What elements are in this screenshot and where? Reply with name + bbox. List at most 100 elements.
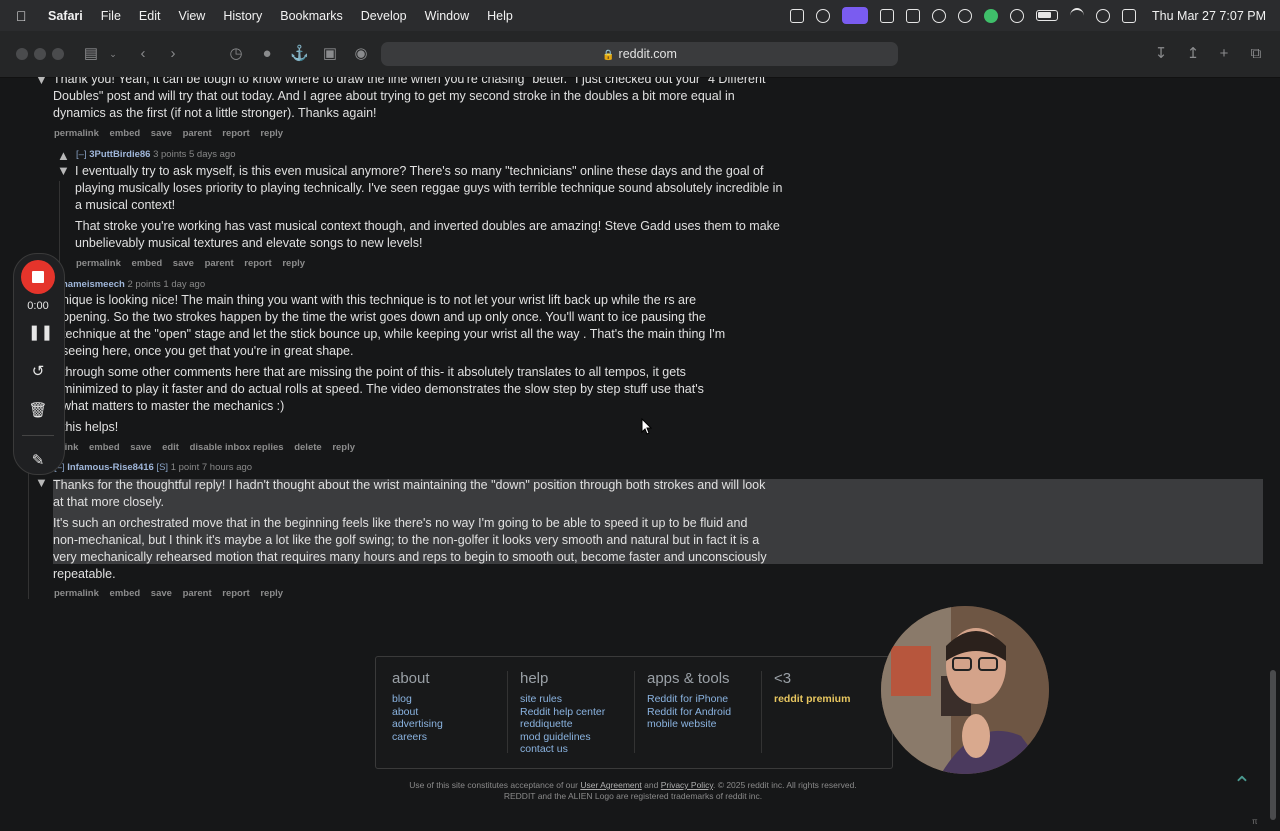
comment-author[interactable]: nameismeech: [62, 279, 125, 290]
footer-link[interactable]: reddiquette: [520, 718, 605, 731]
menu-window[interactable]: Window: [425, 9, 469, 23]
menu-history[interactable]: History: [223, 9, 262, 23]
notion-icon[interactable]: [880, 8, 895, 23]
menu-bookmarks[interactable]: Bookmarks: [280, 9, 343, 23]
parent-button[interactable]: parent: [183, 588, 212, 599]
tab-overview-icon[interactable]: ⧉: [1247, 45, 1265, 63]
back-icon[interactable]: ‹: [134, 45, 152, 63]
grammarly-icon[interactable]: [984, 8, 999, 23]
comment-author[interactable]: Infamous-Rise8416: [67, 462, 154, 473]
downvote-icon[interactable]: ▼: [35, 476, 48, 489]
downloads-icon[interactable]: ↧: [1152, 45, 1170, 63]
user-agreement-link[interactable]: User Agreement: [580, 780, 641, 790]
footer-link[interactable]: Reddit help center: [520, 706, 605, 719]
report-button[interactable]: report: [222, 128, 249, 139]
downvote-icon[interactable]: ▼: [35, 77, 48, 86]
menu-app-name[interactable]: Safari: [48, 9, 83, 23]
report-button[interactable]: report: [222, 588, 249, 599]
parent-button[interactable]: parent: [183, 128, 212, 139]
trash-icon[interactable]: 🗑: [28, 401, 48, 421]
notes-icon[interactable]: [790, 8, 805, 23]
extension-anchor-icon[interactable]: ⚓: [290, 45, 309, 63]
reply-button[interactable]: reply: [260, 128, 283, 139]
report-button[interactable]: report: [244, 258, 271, 269]
reply-button[interactable]: reply: [282, 258, 305, 269]
footer-link[interactable]: advertising: [392, 718, 443, 731]
menu-develop[interactable]: Develop: [361, 9, 407, 23]
footer-link[interactable]: about: [392, 706, 443, 719]
webcam-preview[interactable]: [881, 606, 1049, 774]
footer-link[interactable]: Reddit for Android: [647, 706, 731, 719]
reply-button[interactable]: reply: [332, 442, 355, 453]
pause-icon[interactable]: ❚❚: [28, 323, 53, 343]
footer-link[interactable]: mobile website: [647, 718, 731, 731]
comment-author[interactable]: 3PuttBirdie86: [89, 149, 150, 160]
restart-icon[interactable]: ↺: [28, 362, 48, 382]
permalink-button[interactable]: permalink: [54, 588, 99, 599]
wifi-icon[interactable]: [1070, 7, 1085, 24]
page-scrollbar[interactable]: [1270, 670, 1276, 820]
zoom-window-button[interactable]: [52, 48, 64, 60]
collapse-toggle[interactable]: [–]: [76, 149, 87, 160]
submitter-flair: [S]: [156, 462, 169, 473]
screen-recorder-icon[interactable]: [842, 7, 869, 24]
downvote-icon[interactable]: ▼: [57, 164, 70, 177]
close-window-button[interactable]: [16, 48, 28, 60]
footer-link[interactable]: contact us: [520, 743, 605, 756]
openai-icon[interactable]: [816, 8, 831, 23]
menubar-clock[interactable]: Thu Mar 27 7:07 PM: [1152, 9, 1266, 23]
menu-file[interactable]: File: [101, 9, 121, 23]
reply-button[interactable]: reply: [260, 588, 283, 599]
footer-link[interactable]: Reddit for iPhone: [647, 693, 731, 706]
footer-link[interactable]: blog: [392, 693, 443, 706]
reddit-premium-link[interactable]: reddit premium: [774, 693, 850, 706]
scroll-to-top-icon[interactable]: ⌃: [1228, 771, 1256, 799]
search-icon[interactable]: [1096, 8, 1111, 23]
footer-link[interactable]: mod guidelines: [520, 731, 605, 744]
permalink-button[interactable]: permalink: [76, 258, 121, 269]
save-button[interactable]: save: [130, 442, 151, 453]
embed-button[interactable]: embed: [132, 258, 163, 269]
new-tab-icon[interactable]: +: [1215, 45, 1233, 63]
footer-link[interactable]: site rules: [520, 693, 605, 706]
pi-link[interactable]: π: [1252, 817, 1258, 826]
parent-button[interactable]: parent: [205, 258, 234, 269]
cast-icon[interactable]: [906, 8, 921, 23]
embed-button[interactable]: embed: [110, 128, 141, 139]
thread-line[interactable]: [28, 463, 29, 599]
chevron-down-icon[interactable]: ⌄: [104, 45, 122, 63]
disable-inbox-replies-button[interactable]: disable inbox replies: [190, 442, 284, 453]
delete-button[interactable]: delete: [294, 442, 321, 453]
sidebar-icon[interactable]: ▤: [82, 45, 100, 63]
embed-button[interactable]: embed: [89, 442, 120, 453]
pencil-icon[interactable]: ✎: [28, 451, 48, 471]
menu-help[interactable]: Help: [487, 9, 513, 23]
apple-menu-icon[interactable]: : [16, 8, 34, 24]
save-button[interactable]: save: [151, 128, 172, 139]
brightness-icon[interactable]: [932, 8, 947, 23]
control-center-icon[interactable]: [1122, 8, 1137, 23]
play-icon[interactable]: [958, 8, 973, 23]
save-button[interactable]: save: [151, 588, 172, 599]
extension-ghost-icon[interactable]: ●: [258, 45, 276, 63]
edit-button[interactable]: edit: [162, 442, 179, 453]
embed-button[interactable]: embed: [110, 588, 141, 599]
address-bar[interactable]: 🔒 reddit.com: [381, 42, 898, 66]
time-machine-icon[interactable]: [1010, 8, 1025, 23]
battery-icon[interactable]: [1036, 10, 1059, 21]
forward-icon[interactable]: ›: [164, 45, 182, 63]
menu-edit[interactable]: Edit: [139, 9, 161, 23]
menu-view[interactable]: View: [178, 9, 205, 23]
permalink-button[interactable]: permalink: [54, 128, 99, 139]
extension-clock-icon[interactable]: ◷: [227, 45, 245, 63]
save-button[interactable]: save: [173, 258, 194, 269]
minimize-window-button[interactable]: [34, 48, 46, 60]
share-icon[interactable]: ↥: [1184, 45, 1202, 63]
footer-link[interactable]: careers: [392, 731, 443, 744]
extension-toggle-icon[interactable]: ◉: [352, 45, 370, 63]
upvote-icon[interactable]: ▲: [57, 149, 70, 162]
extension-box-icon[interactable]: ▣: [321, 45, 339, 63]
thread-line[interactable]: [59, 181, 60, 265]
stop-recording-button[interactable]: [21, 260, 55, 294]
privacy-policy-link[interactable]: Privacy Policy: [661, 780, 713, 790]
